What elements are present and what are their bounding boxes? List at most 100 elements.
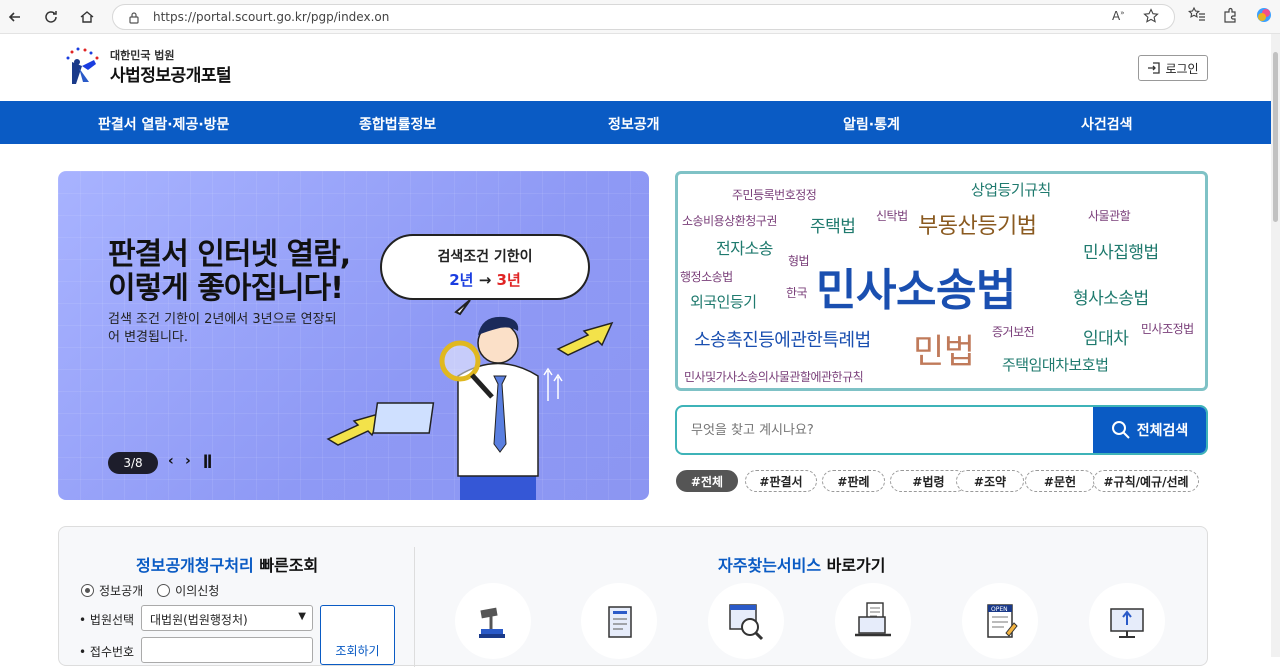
main-banner[interactable]: 판결서 인터넷 열람, 이렇게 좋아집니다! 검색 조건 기한이 2년에서 3년… <box>58 171 649 500</box>
nav-info-disclosure[interactable]: 정보공개 <box>608 114 660 134</box>
chevron-down-icon: ▼ <box>298 611 306 622</box>
gavel-icon <box>479 607 505 638</box>
keyword-3[interactable]: 주택법 <box>810 212 856 237</box>
keyword-11[interactable]: 민사소송법 <box>816 254 1016 318</box>
search-button[interactable]: 전체검색 <box>1093 407 1206 453</box>
keyword-10[interactable]: 형법 <box>788 252 810 269</box>
refresh-icon[interactable] <box>40 6 62 28</box>
keyword-0[interactable]: 주민등록번호정정 <box>732 186 817 203</box>
keyword-14[interactable]: 형사소송법 <box>1073 284 1149 309</box>
favorite-star-icon[interactable] <box>1143 8 1159 28</box>
address-bar[interactable]: https://portal.scourt.go.kr/pgp/index.on… <box>112 4 1175 30</box>
keyword-19[interactable]: 민사조정법 <box>1141 320 1194 337</box>
login-label: 로그인 <box>1165 61 1199 76</box>
keyword-15[interactable]: 소송촉진등에관한특례법 <box>694 326 871 352</box>
monitor-upload-icon <box>1110 608 1144 638</box>
keyword-7[interactable]: 전자소송 <box>716 235 773 259</box>
service-laptop[interactable] <box>835 583 911 659</box>
integrated-search: 전체검색 <box>675 405 1208 455</box>
chip-judgment[interactable]: #판결서 <box>745 470 817 492</box>
search-button-label: 전체검색 <box>1136 423 1189 439</box>
radio-info-label: 정보공개 <box>99 584 144 598</box>
copilot-icon[interactable] <box>1255 6 1273 28</box>
chip-rules[interactable]: #규칙/예규/선례 <box>1093 470 1199 492</box>
favorites-list-icon[interactable] <box>1187 6 1206 28</box>
keyword-1[interactable]: 상업등기규칙 <box>971 179 1051 200</box>
site-logo[interactable]: 대한민국 법원 사법정보공개포털 <box>64 44 244 88</box>
keyword-4[interactable]: 신탁법 <box>876 207 908 224</box>
page-scrollbar[interactable] <box>1271 34 1280 657</box>
receipt-number-label: • 접수번호 <box>79 645 135 659</box>
services-title-highlight: 자주찾는서비스 <box>718 556 822 575</box>
keyword-16[interactable]: 민법 <box>913 324 975 373</box>
read-aloud-icon[interactable]: A» <box>1112 9 1125 23</box>
keyword-cloud: 주민등록번호정정 상업등기규칙 소송비용상환청구권 주택법 신탁법 부동산등기법… <box>675 171 1208 391</box>
nav-judgment-viewing[interactable]: 판결서 열람·제공·방문 <box>98 114 229 134</box>
lookup-button[interactable]: 조회하기 <box>320 605 395 665</box>
keyword-17[interactable]: 증거보전 <box>992 323 1035 340</box>
nav-notice-stats[interactable]: 알림·통계 <box>843 114 900 134</box>
radio-dot-off <box>157 584 171 597</box>
keyword-12[interactable]: 외국인등기 <box>690 291 757 312</box>
receipt-number-input[interactable] <box>141 637 313 663</box>
svg-text:OPEN: OPEN <box>991 606 1008 613</box>
services-title-rest: 바로가기 <box>821 556 886 575</box>
court-select-value: 대법원(법원행정처) <box>150 613 248 627</box>
radio-info-disclosure[interactable]: 정보공개 <box>81 582 143 599</box>
radio-objection[interactable]: 이의신청 <box>157 582 219 599</box>
open-data-icon: OPEN <box>987 604 1018 638</box>
quick-lookup-title-highlight: 정보공개청구처리 <box>136 556 254 575</box>
keyword-6[interactable]: 사물관할 <box>1088 207 1131 224</box>
keyword-9[interactable]: 행정소송법 <box>680 268 733 285</box>
chip-precedent[interactable]: #판례 <box>822 470 885 492</box>
chip-treaty[interactable]: #조약 <box>956 470 1024 492</box>
logo-title: 사법정보공개포털 <box>110 66 232 86</box>
service-gavel[interactable] <box>455 583 531 659</box>
main-navigation: 판결서 열람·제공·방문 종합법률정보 정보공개 알림·통계 사건검색 <box>0 101 1271 144</box>
pause-icon[interactable]: ǁ <box>203 453 212 469</box>
search-input[interactable] <box>691 419 1071 441</box>
keyword-2[interactable]: 소송비용상환청구권 <box>682 212 777 229</box>
keyword-5[interactable]: 부동산등기법 <box>918 208 1037 240</box>
document-icon <box>608 606 632 638</box>
services-title: 자주찾는서비스 바로가기 <box>718 552 886 576</box>
chip-literature[interactable]: #문헌 <box>1025 470 1095 492</box>
court-select[interactable]: 대법원(법원행정처) ▼ <box>141 605 313 631</box>
chip-all[interactable]: #전체 <box>676 470 738 492</box>
scroll-thumb[interactable] <box>1273 52 1278 222</box>
nav-legal-info[interactable]: 종합법률정보 <box>359 114 436 134</box>
request-type-radios: 정보공개 이의신청 <box>81 582 219 599</box>
url-text: https://portal.scourt.go.kr/pgp/index.on <box>153 10 390 24</box>
next-slide-icon[interactable]: › <box>185 453 191 469</box>
bottom-panel: 정보공개청구처리 빠른조회 정보공개 이의신청 • 법원선택 대법원(법원행정처… <box>58 526 1208 667</box>
service-document[interactable] <box>581 583 657 659</box>
search-icon <box>1111 421 1130 439</box>
keyword-21[interactable]: 민사및가사소송의사물관할에관한규칙 <box>684 368 864 385</box>
radio-objection-label: 이의신청 <box>175 584 220 598</box>
radio-dot-on <box>81 584 94 597</box>
court-select-label: • 법원선택 <box>79 613 135 627</box>
search-document-icon <box>729 604 764 641</box>
quick-lookup-title: 정보공개청구처리 빠른조회 <box>136 552 318 576</box>
prev-slide-icon[interactable]: ‹ <box>168 453 174 469</box>
service-search-document[interactable] <box>708 583 784 659</box>
login-icon <box>1148 62 1161 74</box>
keyword-13[interactable]: 한국 <box>786 284 808 301</box>
court-emblem-icon <box>66 47 99 84</box>
service-monitor-upload[interactable] <box>1089 583 1165 659</box>
browser-toolbar: https://portal.scourt.go.kr/pgp/index.on… <box>0 0 1280 34</box>
login-button[interactable]: 로그인 <box>1138 55 1208 81</box>
keyword-8[interactable]: 민사집행법 <box>1083 238 1159 263</box>
quick-lookup-title-rest: 빠른조회 <box>253 556 319 575</box>
nav-case-search[interactable]: 사건검색 <box>1081 114 1133 134</box>
lock-icon <box>127 10 141 29</box>
laptop-icon <box>855 602 891 637</box>
service-open-data[interactable]: OPEN <box>962 583 1038 659</box>
banner-illustration <box>326 299 614 500</box>
keyword-18[interactable]: 임대차 <box>1083 324 1129 349</box>
back-icon[interactable] <box>4 6 26 28</box>
extensions-icon[interactable] <box>1221 6 1239 28</box>
home-icon[interactable] <box>76 6 98 28</box>
keyword-20[interactable]: 주택임대차보호법 <box>1002 354 1109 375</box>
section-divider <box>414 547 415 667</box>
